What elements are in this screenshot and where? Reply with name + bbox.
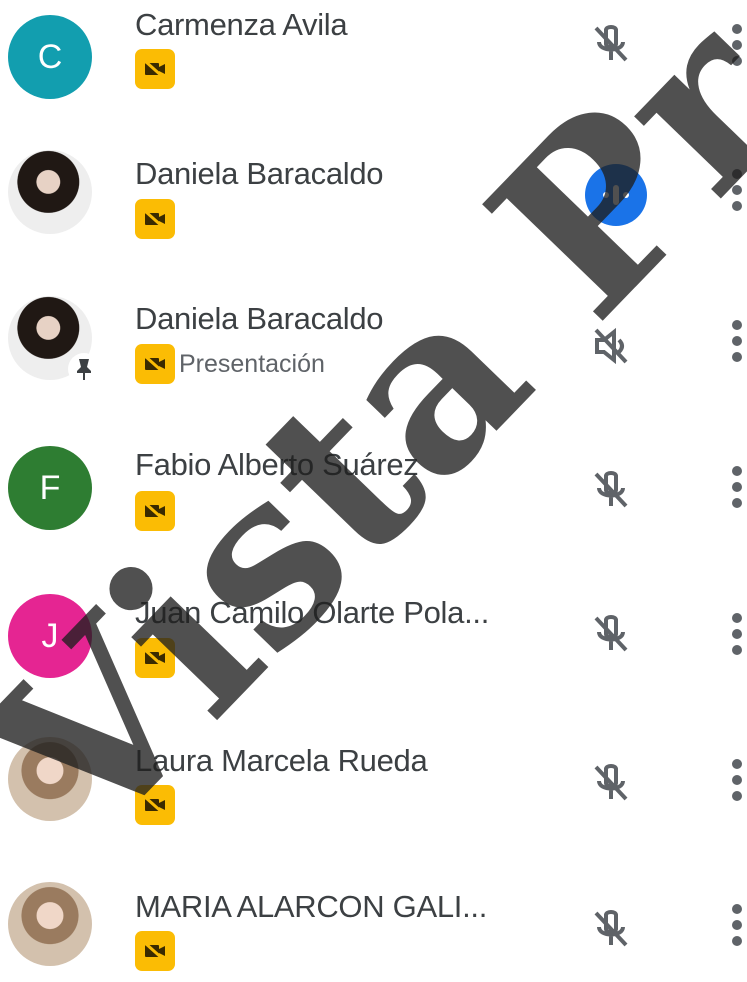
- participant-name: Daniela Baracaldo: [135, 156, 384, 191]
- more-options-button[interactable]: [727, 155, 747, 225]
- more-options-button[interactable]: [727, 452, 747, 522]
- camera-off-icon: [135, 344, 175, 384]
- participant-name: Daniela Baracaldo: [135, 301, 384, 336]
- avatar: J: [8, 594, 92, 678]
- camera-off-icon: [135, 638, 175, 678]
- camera-status: [135, 931, 175, 971]
- pin-icon: [68, 353, 100, 385]
- presentation-audio-off-icon: [583, 318, 638, 373]
- camera-status: [135, 491, 175, 531]
- camera-off-icon: [135, 785, 175, 825]
- camera-status: [135, 49, 175, 89]
- participant-name: MARIA ALARCON GALI...: [135, 889, 488, 924]
- camera-status: [135, 785, 175, 825]
- mic-off-icon: [583, 16, 638, 71]
- camera-off-icon: [135, 49, 175, 89]
- participant-row[interactable]: C Carmenza Avila: [0, 0, 747, 100]
- presentation-label: Presentación: [179, 349, 325, 378]
- avatar: [8, 882, 92, 966]
- camera-off-icon: [135, 491, 175, 531]
- camera-off-icon: [135, 199, 175, 239]
- camera-status: [135, 199, 175, 239]
- participant-row[interactable]: Laura Marcela Rueda: [0, 737, 747, 837]
- avatar-initial: J: [41, 616, 59, 655]
- participant-row[interactable]: MARIA ALARCON GALI...: [0, 882, 747, 982]
- camera-status: [135, 638, 175, 678]
- avatar: [8, 296, 100, 385]
- mic-off-icon: [583, 606, 638, 661]
- avatar: F: [8, 446, 92, 530]
- more-options-button[interactable]: [727, 306, 747, 376]
- avatar: [8, 150, 92, 234]
- avatar: [8, 737, 92, 821]
- avatar-initial: F: [39, 468, 61, 507]
- more-options-button[interactable]: [727, 599, 747, 669]
- more-options-button[interactable]: [727, 890, 747, 960]
- participant-name: Juan Camilo Olarte Pola...: [135, 595, 490, 630]
- participant-name: Laura Marcela Rueda: [135, 743, 428, 778]
- mic-off-icon: [583, 462, 638, 517]
- participant-list: C Carmenza Avila Daniela Baracaldo Danie…: [0, 0, 747, 971]
- mic-off-icon: [583, 901, 638, 956]
- participant-row[interactable]: Daniela Baracaldo Presentación: [0, 296, 747, 396]
- camera-status: Presentación: [135, 344, 325, 384]
- participant-name: Fabio Alberto Suárez: [135, 447, 419, 482]
- more-options-button[interactable]: [727, 10, 747, 80]
- avatar: C: [8, 15, 92, 99]
- participant-name: Carmenza Avila: [135, 7, 348, 42]
- mic-off-icon: [583, 755, 638, 810]
- participant-row[interactable]: F Fabio Alberto Suárez: [0, 442, 747, 542]
- more-options-button[interactable]: [727, 745, 747, 815]
- participant-row[interactable]: J Juan Camilo Olarte Pola...: [0, 589, 747, 689]
- participant-row[interactable]: Daniela Baracaldo: [0, 150, 747, 250]
- camera-off-icon: [135, 931, 175, 971]
- avatar-initial: C: [37, 37, 63, 76]
- speaking-indicator-icon: [585, 164, 647, 226]
